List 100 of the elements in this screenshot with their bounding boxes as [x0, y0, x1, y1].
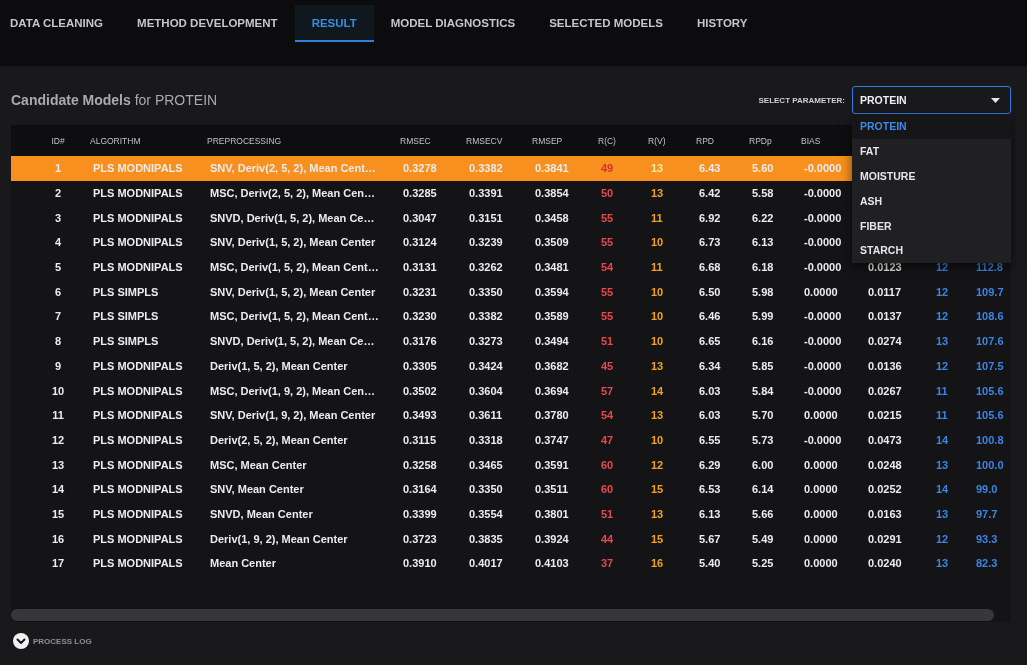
table-cell: 6.50 — [699, 285, 721, 298]
table-cell: PLS MODNIPALS — [93, 187, 183, 200]
table-cell: 0.0000 — [804, 557, 838, 570]
table-cell: 0.0000 — [804, 285, 838, 298]
table-cell: MSC, Deriv(1, 5, 2), Mean Cent… — [210, 310, 379, 323]
table-cell: 5.98 — [752, 285, 774, 298]
table-cell: 37 — [601, 557, 614, 570]
table-cell: 0.0215 — [868, 409, 902, 422]
table-cell: PLS MODNIPALS — [93, 557, 183, 570]
table-cell: PLS MODNIPALS — [93, 483, 183, 496]
table-cell: 16 — [51, 532, 65, 545]
table-cell: 10 — [651, 433, 664, 446]
table-cell: PLS SIMPLS — [93, 310, 159, 323]
table-cell: 6.68 — [699, 261, 721, 274]
table-cell: 51 — [601, 507, 614, 520]
table-cell: MSC, Mean Center — [210, 458, 307, 471]
table-row[interactable]: 16 PLS MODNIPALS Deriv(1, 9, 2), Mean Center 0.3723 0.3835 0.3924 44 15 5.67 5.49 0.0000 0.0291 12 93.3 — [11, 526, 1006, 551]
table-cell: Deriv(2, 5, 2), Mean Center — [210, 433, 348, 446]
column-header: BIAS — [801, 135, 821, 146]
dropdown-option[interactable]: PROTEIN — [852, 114, 1011, 139]
tab[interactable]: HISTORY — [679, 5, 765, 42]
table-cell: PLS MODNIPALS — [93, 458, 183, 471]
tab[interactable]: METHOD DEVELOPMENT — [120, 5, 295, 42]
table-row[interactable]: 14 PLS MODNIPALS SNV, Mean Center 0.3164 0.3350 0.3511 60 15 6.53 6.14 0.0000 0.0252 14 99.0 — [11, 476, 1006, 502]
table-cell: 4 — [54, 236, 62, 249]
table-row[interactable]: 9 PLS MODNIPALS Deriv(1, 5, 2), Mean Center 0.3305 0.3424 0.3682 45 13 6.34 5.85 -0.0000 0.0136 12 107.5 — [11, 353, 1006, 379]
table-cell: -0.0000 — [804, 359, 842, 372]
table-cell: 5.99 — [752, 310, 774, 323]
table-row[interactable]: 3 PLS MODNIPALS SNVD, Deriv(1, 5, 2), Mean Ce… 0.3047 0.3151 0.3458 55 11 6.92 6.22 -0.0000 — [11, 205, 852, 231]
table-cell: 0.3164 — [403, 483, 437, 496]
table-cell: SNV, Mean Center — [210, 483, 304, 496]
tab[interactable]: MODEL DIAGNOSTICS — [373, 5, 533, 42]
table-cell: 17 — [51, 557, 65, 570]
table-row[interactable]: 13 PLS MODNIPALS MSC, Mean Center 0.3258 0.3465 0.3591 60 12 6.29 6.00 0.0000 0.0248 13 100.0 — [11, 452, 1006, 477]
table-row[interactable]: 4 PLS MODNIPALS SNV, Deriv(1, 5, 2), Mean Center 0.3124 0.3239 0.3509 55 10 6.73 6.13 -0.0000 — [11, 230, 852, 255]
dropdown-option[interactable]: ASH — [852, 188, 1011, 214]
horizontal-scrollbar[interactable] — [11, 609, 994, 621]
table-cell: 0.4017 — [469, 557, 503, 570]
dropdown-option[interactable]: FIBER — [852, 213, 1011, 238]
dropdown-option[interactable]: FAT — [852, 138, 1011, 164]
table-cell: 6.14 — [752, 483, 774, 496]
table-cell: 0.0000 — [804, 532, 838, 545]
table-cell: 107.5 — [976, 359, 1004, 372]
process-log-toggle[interactable]: PROCESS LOG — [13, 633, 92, 649]
table-cell: 82.3 — [976, 557, 998, 570]
table-row[interactable]: 10 PLS MODNIPALS MSC, Deriv(1, 9, 2), Mean Cen… 0.3502 0.3604 0.3694 57 14 6.03 5.84 -0.0000 0.0267 11 105.6 — [11, 378, 1006, 403]
table-cell: 54 — [601, 409, 614, 422]
table-row[interactable]: 8 PLS SIMPLS SNVD, Deriv(1, 5, 2), Mean Ce… 0.3176 0.3273 0.3494 51 10 6.65 6.16 -0.0000 0.0274 13 107.6 — [11, 328, 1006, 354]
table-cell: -0.0000 — [804, 236, 842, 249]
table-cell: -0.0000 — [804, 310, 842, 323]
table-cell: 100.8 — [976, 433, 1004, 446]
table-cell: 5.85 — [752, 359, 774, 372]
table-cell: 0.3682 — [535, 359, 569, 372]
table-cell: 0.3723 — [403, 532, 437, 545]
table-cell: 10 — [651, 310, 664, 323]
table-cell: 0.3399 — [403, 507, 437, 520]
column-header: R(C) — [598, 135, 616, 146]
table-cell: PLS MODNIPALS — [93, 433, 183, 446]
parameter-dropdown[interactable]: PROTEIN — [852, 86, 1011, 114]
table-row[interactable]: 7 PLS SIMPLS MSC, Deriv(1, 5, 2), Mean Cent… 0.3230 0.3382 0.3589 55 10 6.46 5.99 -0.0000 0.0137 12 108.6 — [11, 304, 1006, 329]
table-row[interactable]: 11 PLS MODNIPALS SNV, Deriv(1, 9, 2), Mean Center 0.3493 0.3611 0.3780 54 13 6.03 5.70 0.0000 0.0215 11 105.6 — [11, 402, 1006, 428]
column-header: RMSEC — [400, 135, 431, 146]
table-title: Candidate Models for PROTEIN — [11, 92, 218, 108]
column-header: RPDp — [749, 135, 772, 146]
dropdown-option[interactable]: MOISTURE — [852, 163, 1011, 189]
table-cell: 45 — [601, 359, 614, 372]
table-row[interactable]: 2 PLS MODNIPALS MSC, Deriv(2, 5, 2), Mean Cen… 0.3285 0.3391 0.3854 50 13 6.42 5.58 -0.0000 — [11, 180, 852, 206]
tab[interactable]: DATA CLEANING — [0, 5, 121, 42]
table-cell: 0.0248 — [868, 458, 902, 471]
table-cell: 0.3239 — [469, 236, 503, 249]
table-cell: 6.73 — [699, 236, 721, 249]
table-cell: 0.3231 — [403, 285, 437, 298]
table-cell: PLS SIMPLS — [93, 285, 159, 298]
table-cell: 5.60 — [752, 162, 774, 175]
table-cell: 0.3382 — [469, 162, 503, 175]
table-cell: 0.3494 — [535, 335, 569, 348]
table-row[interactable]: 17 PLS MODNIPALS Mean Center 0.3910 0.4017 0.4103 37 16 5.40 5.25 0.0000 0.0240 13 82.3 — [11, 551, 1006, 576]
table-row[interactable]: 6 PLS SIMPLS SNV, Deriv(1, 5, 2), Mean Center 0.3231 0.3350 0.3594 55 10 6.50 5.98 0.0000 0.0117 12 109.7 — [11, 279, 1006, 305]
table-cell: PLS SIMPLS — [93, 335, 159, 348]
table-cell: 6.55 — [699, 433, 721, 446]
table-cell: 6 — [54, 285, 62, 298]
table-cell: 6.18 — [752, 261, 774, 274]
tab[interactable]: RESULT — [294, 5, 374, 42]
table-cell: 15 — [651, 483, 664, 496]
table-row[interactable]: 15 PLS MODNIPALS SNVD, Mean Center 0.3399 0.3554 0.3801 51 13 6.13 5.66 0.0000 0.0163 13 97.7 — [11, 501, 1006, 527]
tab[interactable]: SELECTED MODELS — [532, 5, 680, 42]
table-cell: 112.8 — [976, 261, 1003, 274]
table-cell: 60 — [601, 483, 614, 496]
table-cell: PLS MODNIPALS — [93, 409, 183, 422]
column-header: RMSEP — [532, 135, 563, 146]
table-cell: 0.3604 — [469, 384, 503, 397]
table-cell: 5.25 — [752, 557, 774, 570]
table-cell: 12 — [936, 359, 949, 372]
table-cell: SNVD, Mean Center — [210, 507, 313, 520]
table-cell: SNV, Deriv(1, 9, 2), Mean Center — [210, 409, 376, 422]
table-cell: 13 — [936, 335, 949, 348]
table-cell: 16 — [651, 557, 664, 570]
table-row[interactable]: 12 PLS MODNIPALS Deriv(2, 5, 2), Mean Center 0.3115 0.3318 0.3747 47 10 6.55 5.73 -0.0000 0.0473 14 100.8 — [11, 427, 1006, 453]
table-cell: 0.0267 — [868, 384, 902, 397]
column-header: ALGORITHM — [90, 135, 141, 146]
